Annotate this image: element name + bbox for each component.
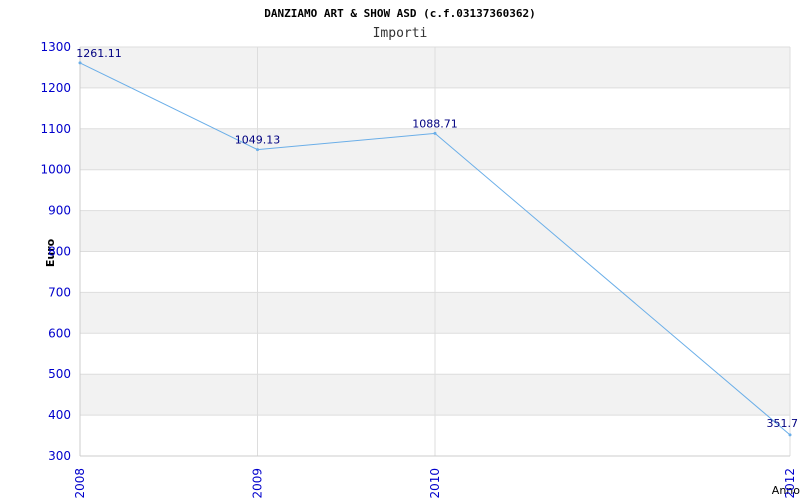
x-tick-labels: 2008 2009 2010 2012 — [73, 468, 797, 499]
data-point — [78, 61, 82, 65]
y-tick-label: 700 — [48, 285, 71, 299]
data-label: 1261.11 — [76, 47, 122, 60]
data-point — [256, 148, 259, 152]
line-chart: DANZIAMO ART & SHOW ASD (c.f.03137360362… — [40, 7, 800, 499]
y-tick-label: 300 — [48, 449, 71, 463]
data-label: 1088.71 — [412, 117, 458, 130]
x-tick-label: 2012 — [783, 468, 797, 499]
data-point — [788, 433, 792, 437]
y-tick-label: 600 — [48, 326, 71, 340]
x-tick-label: 2008 — [73, 468, 87, 499]
y-tick-label: 800 — [48, 245, 71, 259]
y-tick-label: 900 — [48, 204, 71, 218]
y-tick-label: 400 — [48, 408, 71, 422]
x-tick-label: 2010 — [428, 468, 442, 499]
x-tick-label: 2009 — [251, 468, 265, 499]
y-tick-label: 500 — [48, 367, 71, 381]
y-tick-label: 1300 — [40, 40, 71, 54]
data-label: 351.7 — [767, 417, 799, 430]
chart-subtitle: Importi — [373, 26, 428, 41]
data-point — [433, 131, 437, 135]
chart-title: DANZIAMO ART & SHOW ASD (c.f.03137360362… — [264, 7, 536, 20]
y-tick-label: 1100 — [40, 122, 71, 136]
y-tick-label: 1000 — [40, 163, 71, 177]
y-tick-label: 1200 — [40, 81, 71, 95]
data-label: 1049.13 — [235, 134, 281, 147]
